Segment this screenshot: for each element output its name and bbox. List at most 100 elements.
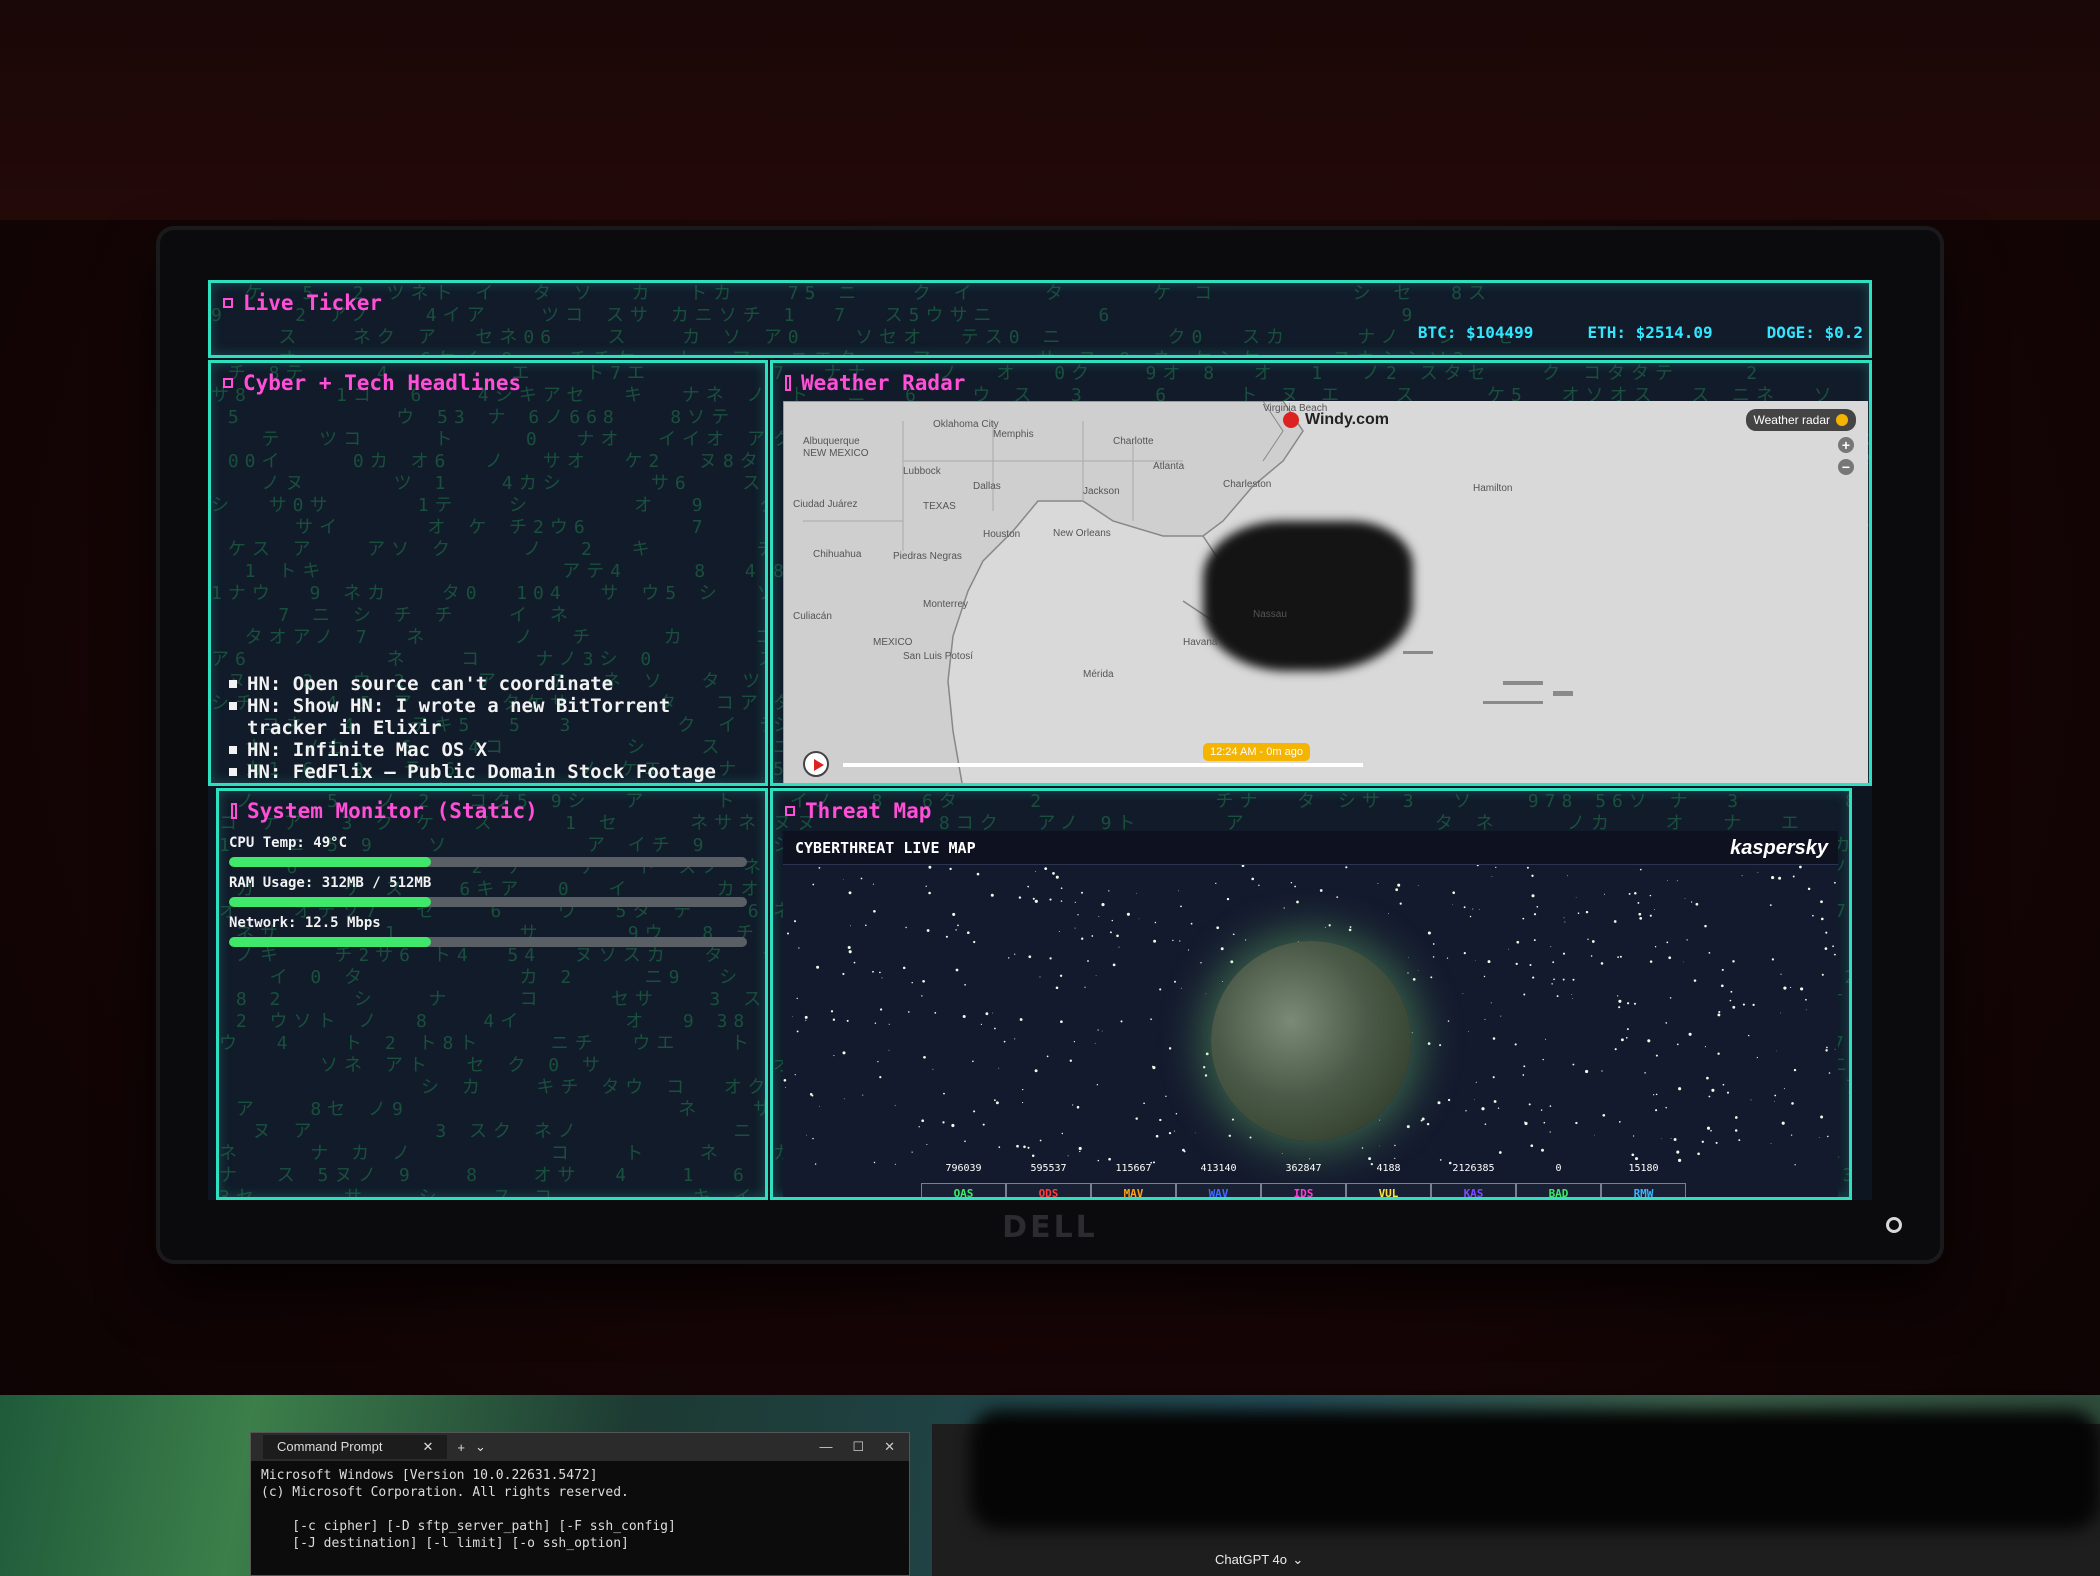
threat-dot [1704, 924, 1707, 928]
threat-dot [1098, 916, 1100, 918]
threat-dot [1631, 1153, 1635, 1157]
command-prompt-window[interactable]: Command Prompt ✕ + ⌄ — ☐ ✕ Microsoft Window… [250, 1432, 910, 1576]
threat-dot [1614, 1048, 1617, 1051]
threat-dot [1475, 1081, 1477, 1083]
threat-dot [1412, 978, 1416, 981]
threat-dot [1258, 884, 1260, 887]
threat-dot [942, 1121, 945, 1124]
threat-dot [1783, 986, 1787, 990]
threat-dot [1044, 867, 1048, 870]
threat-dot [1348, 928, 1352, 932]
threat-stat-rmw[interactable]: 15180 RMW [1601, 1163, 1686, 1197]
threat-dot [1078, 1146, 1082, 1151]
threat-dot [874, 1022, 877, 1024]
threat-dot [1136, 892, 1137, 894]
threat-dot [1634, 891, 1637, 895]
threat-stat-ids[interactable]: 362847 IDS [1261, 1163, 1346, 1197]
new-tab-icon[interactable]: + [457, 1440, 465, 1455]
threat-stat-mav[interactable]: 115667 MAV [1091, 1163, 1176, 1197]
threat-dot [1800, 987, 1804, 991]
threat-dot [1553, 978, 1555, 981]
threat-dot [849, 925, 851, 927]
threat-dot [1600, 962, 1604, 965]
threat-dot [1049, 898, 1052, 901]
threat-dot [1377, 882, 1379, 884]
threat-dot [1778, 876, 1782, 880]
threat-stat-oas[interactable]: 796039 OAS [921, 1163, 1006, 1197]
headline-item[interactable]: HN: Infinite Mac OS X [229, 739, 749, 761]
threat-dot [1035, 870, 1037, 872]
maximize-icon[interactable]: ☐ [852, 1439, 864, 1455]
threat-dot [1790, 1134, 1793, 1136]
chatgpt-model-selector[interactable]: ChatGPT 4o ⌄ [1215, 1548, 1303, 1570]
play-button[interactable] [803, 751, 829, 777]
threat-dot [998, 1067, 1000, 1069]
threat-dot [798, 947, 800, 949]
threat-dot [1154, 921, 1157, 924]
place-label: Charlotte [1113, 436, 1154, 447]
threat-dot [995, 1101, 999, 1105]
threat-dot [1715, 1141, 1718, 1144]
threat-dot [1550, 946, 1552, 948]
threat-dot [1690, 901, 1693, 903]
threat-dot [1101, 903, 1105, 907]
kaspersky-logo: kaspersky [1730, 837, 1828, 859]
threat-dot [1073, 1041, 1075, 1043]
threat-dot [1827, 1135, 1829, 1138]
timeline-slider[interactable] [843, 763, 1363, 767]
threat-dot [1349, 926, 1352, 928]
threat-dot [784, 1086, 786, 1088]
power-icon[interactable] [1886, 1217, 1902, 1233]
threat-dot [873, 909, 876, 913]
threat-stat-kas[interactable]: 2126385 KAS [1431, 1163, 1516, 1197]
headline-item[interactable]: HN: Open source can't coordinate [229, 673, 749, 695]
threat-dot [1151, 1065, 1154, 1068]
threat-stat-vul[interactable]: 4188 VUL [1346, 1163, 1431, 1197]
threat-dot [926, 1143, 928, 1146]
threat-dot [994, 1099, 996, 1102]
threat-dot [1296, 900, 1299, 904]
zoom-in-button[interactable]: + [1838, 437, 1854, 453]
zoom-out-button[interactable]: − [1838, 459, 1854, 475]
threat-dot [1328, 924, 1331, 927]
cmd-tab[interactable]: Command Prompt ✕ [263, 1435, 448, 1459]
matrix-rain: ケ 5 2 ツネト イ タ ソ カ トカ 75 ニ ク イ タ ケ コ シ セ … [211, 283, 1520, 355]
threat-dot [1834, 1048, 1836, 1050]
threat-stat-wav[interactable]: 413140 WAV [1176, 1163, 1261, 1197]
threat-dot [1649, 960, 1653, 963]
threat-dot [1074, 927, 1076, 929]
threat-dot [1825, 931, 1828, 934]
threat-dot [816, 965, 820, 969]
threat-stat-bad[interactable]: 0 BAD [1516, 1163, 1601, 1197]
threat-dot [1205, 1052, 1209, 1056]
threat-dot [1655, 1093, 1658, 1096]
weather-map[interactable]: Windy.com Weather radar + − 12:24 AM - 0… [783, 401, 1868, 783]
headline-item[interactable]: HN: Show HN: I wrote a new BitTorrent tr… [229, 695, 749, 739]
minimize-icon[interactable]: — [819, 1439, 832, 1455]
threat-dot [1049, 957, 1052, 960]
threat-dot [1757, 871, 1759, 873]
place-label: Houston [983, 529, 1021, 540]
close-icon[interactable]: ✕ [422, 1439, 433, 1455]
threat-dot [1168, 1047, 1172, 1050]
place-label: Virginia Beach [1263, 403, 1328, 414]
threat-dot [1465, 1110, 1467, 1112]
threat-dot [976, 872, 980, 876]
threat-dot [1226, 897, 1230, 901]
threat-dot [1734, 1129, 1738, 1132]
kaspersky-map[interactable]: CYBERTHREAT LIVE MAP kaspersky 796039 OAS… [783, 831, 1838, 1197]
threat-dot [1649, 894, 1652, 897]
headline-item[interactable]: HN: FedFlix – Public Domain Stock Footag… [229, 761, 749, 783]
threat-dot [1820, 917, 1824, 921]
close-window-icon[interactable]: ✕ [884, 1439, 895, 1455]
threat-dot [1523, 1065, 1526, 1068]
globe[interactable] [1211, 941, 1411, 1141]
threat-dot [1101, 1030, 1103, 1032]
threat-stat-ods[interactable]: 595537 ODS [1006, 1163, 1091, 1197]
threat-dot [1634, 1157, 1639, 1161]
weather-radar-layer-button[interactable]: Weather radar [1745, 409, 1856, 431]
chevron-down-icon[interactable]: ⌄ [475, 1439, 486, 1455]
threat-dot [1828, 1072, 1831, 1074]
threat-dot [1799, 865, 1802, 869]
threat-dot [1617, 956, 1619, 958]
